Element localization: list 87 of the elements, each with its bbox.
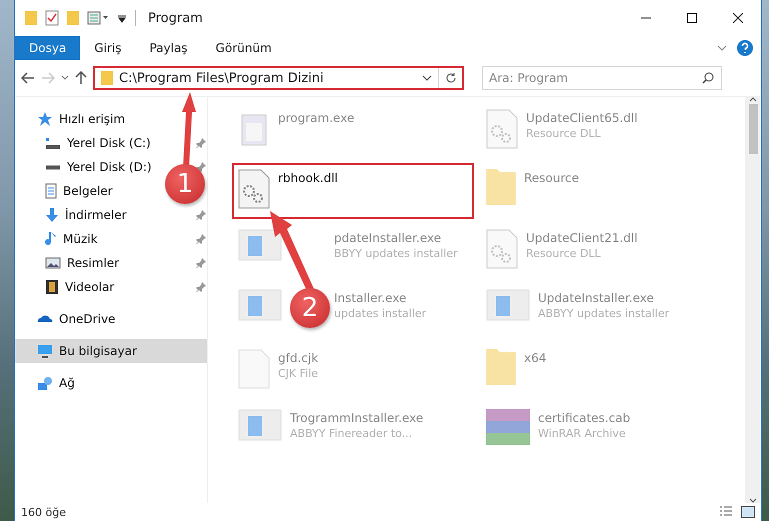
computer-icon xyxy=(37,344,53,358)
star-icon xyxy=(37,111,53,127)
installer-icon xyxy=(238,289,282,321)
details-view-icon[interactable] xyxy=(719,506,733,518)
nav-item[interactable]: Belgeler xyxy=(45,183,113,199)
item-count: 160 öğe xyxy=(21,506,66,518)
nav-item[interactable]: Müzik xyxy=(45,231,98,247)
pin-icon[interactable] xyxy=(196,162,206,172)
ribbon-tab[interactable]: Paylaş xyxy=(135,36,202,60)
nav-item[interactable]: Hızlı erişim xyxy=(37,111,126,127)
file-icon xyxy=(238,349,270,389)
file-name[interactable]: x64 xyxy=(524,351,546,365)
film-icon xyxy=(45,279,59,295)
large-icons-view-icon[interactable] xyxy=(741,506,755,518)
ribbon-tab[interactable]: Dosya xyxy=(15,36,80,60)
file-type: CJK File xyxy=(278,367,318,380)
installer-icon xyxy=(238,229,282,261)
file-type: BBYY updates installer xyxy=(334,247,458,260)
gear-file-icon xyxy=(486,109,518,149)
file-name[interactable]: Resource xyxy=(524,171,580,185)
folder-icon xyxy=(25,11,37,25)
recent-locations-button[interactable] xyxy=(61,75,69,81)
back-button[interactable] xyxy=(21,72,35,84)
nav-item[interactable]: OneDrive xyxy=(37,312,116,326)
search-field[interactable]: Ara: Program xyxy=(482,66,722,90)
file-name[interactable]: TrogrammInstaller.exe xyxy=(290,411,424,425)
maximize-icon xyxy=(687,13,697,23)
pin-icon[interactable] xyxy=(196,282,206,292)
file-type: ABBYY updates installer xyxy=(538,307,670,320)
file-name[interactable]: pdateInstaller.exe xyxy=(334,231,458,245)
search-icon[interactable] xyxy=(702,72,714,84)
file-type: Resource DLL xyxy=(526,247,602,260)
folder-icon xyxy=(486,169,516,205)
file-name[interactable]: rbhook.dll xyxy=(278,171,338,185)
file-type: Resource DLL xyxy=(526,127,602,140)
file-name[interactable]: Installer.exe xyxy=(334,291,426,305)
chevron-down-icon[interactable] xyxy=(422,75,432,81)
pin-icon[interactable] xyxy=(196,234,206,244)
up-button[interactable] xyxy=(75,71,87,85)
scrollbar-thumb[interactable] xyxy=(748,104,758,154)
scroll-up-icon[interactable] xyxy=(749,97,757,102)
picture-icon xyxy=(45,257,61,269)
nav-item[interactable]: Yerel Disk (C:) xyxy=(45,136,151,150)
window-title: Program xyxy=(148,10,203,26)
scroll-down-icon[interactable] xyxy=(749,498,757,503)
close-icon xyxy=(733,13,743,23)
file-name[interactable]: UpdateClient65.dll xyxy=(526,111,638,125)
drive-icon xyxy=(45,137,61,149)
address-field[interactable]: C:\Program Files\Program Dizini xyxy=(93,66,464,90)
scrollbar[interactable] xyxy=(745,97,761,503)
download-icon xyxy=(45,207,59,223)
file-type: ABBYY Finereader to... xyxy=(290,427,414,440)
minimize-icon xyxy=(641,17,651,19)
file-name[interactable]: UpdateClient21.dll xyxy=(526,231,638,245)
file-type: WinRAR Archive xyxy=(538,427,627,440)
ribbon-tab[interactable]: Giriş xyxy=(80,36,136,60)
installer-icon xyxy=(238,409,282,441)
folder-icon xyxy=(101,71,113,85)
drive-icon xyxy=(45,164,61,170)
ribbon-tab[interactable]: Görünüm xyxy=(202,36,286,60)
file-name[interactable]: certificates.cab xyxy=(538,411,630,425)
properties-icon[interactable] xyxy=(87,11,109,25)
file-name[interactable]: program.exe xyxy=(278,111,354,125)
gear-file-icon xyxy=(486,229,518,269)
nav-item[interactable]: Yerel Disk (D:) xyxy=(45,160,152,174)
folder-icon xyxy=(486,349,516,385)
nav-item[interactable]: Videolar xyxy=(45,279,114,295)
nav-item[interactable]: İndirmeler xyxy=(45,207,127,223)
nav-item[interactable]: Resimler xyxy=(45,256,120,270)
pin-icon[interactable] xyxy=(196,210,206,220)
document-icon xyxy=(45,183,57,199)
music-note-icon xyxy=(45,231,57,247)
file-type: updates installer xyxy=(334,307,426,320)
pin-icon[interactable] xyxy=(196,138,206,148)
gear-file-icon xyxy=(238,169,270,209)
checklist-icon[interactable] xyxy=(45,10,59,26)
refresh-icon xyxy=(444,72,456,84)
installer-icon xyxy=(486,289,530,321)
network-icon xyxy=(37,376,53,390)
file-name[interactable]: UpdateInstaller.exe xyxy=(538,291,670,305)
help-icon[interactable] xyxy=(737,40,753,56)
pin-icon[interactable] xyxy=(196,258,206,268)
cloud-icon xyxy=(37,315,53,323)
file-name[interactable]: gfd.cjk xyxy=(278,351,318,365)
nav-item[interactable]: Ağ xyxy=(37,376,75,390)
archive-icon xyxy=(486,409,530,445)
dropdown-icon[interactable] xyxy=(117,13,127,23)
